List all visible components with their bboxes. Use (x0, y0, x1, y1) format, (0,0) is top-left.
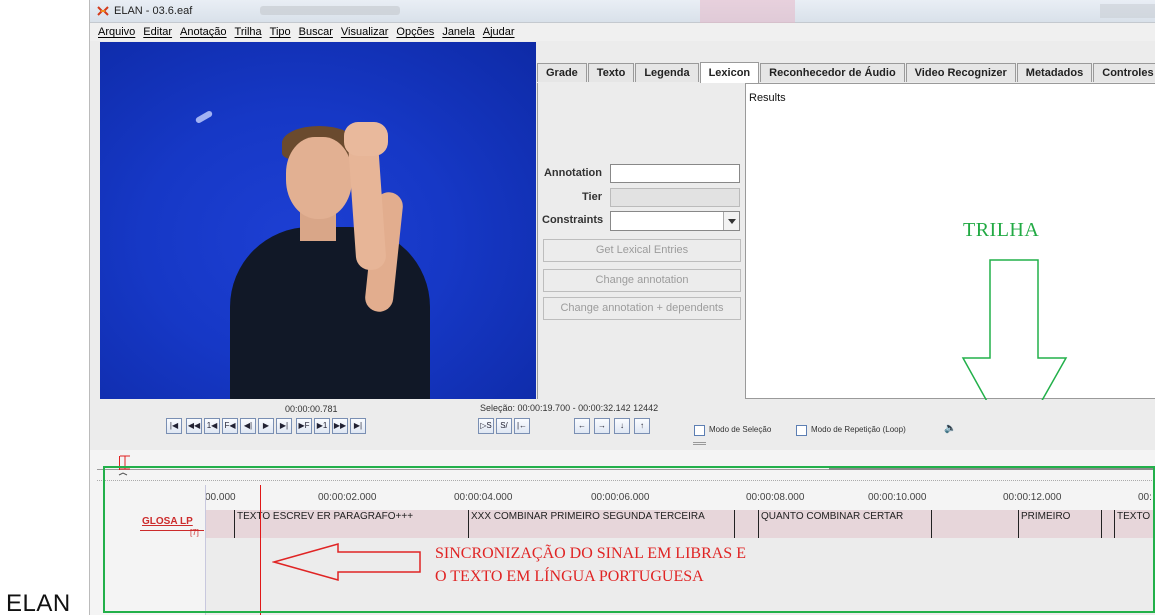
tab-metadados[interactable]: Metadados (1016, 63, 1093, 82)
annotation-down-button[interactable]: ↓ (614, 418, 630, 434)
menu-bar: Arquivo Editar Anotação Trilha Tipo Busc… (90, 23, 1155, 41)
step-forward-frame-button[interactable]: ▶F (296, 418, 312, 434)
selection-begin-button[interactable]: |← (514, 418, 530, 434)
next-frame-button[interactable]: ▶▶ (332, 418, 348, 434)
tab-reconhecedor-audio[interactable]: Reconhecedor de Áudio (760, 63, 905, 82)
menu-buscar[interactable]: Buscar (299, 23, 338, 41)
background-window-blur (260, 6, 400, 15)
selection-mode-checkbox[interactable] (694, 425, 705, 436)
change-annotation-dependents-button[interactable]: Change annotation + dependents (543, 297, 741, 320)
video-viewer[interactable] (100, 42, 536, 399)
annotation-label: Annotation (543, 167, 602, 179)
previous-annotation-button[interactable]: ← (574, 418, 590, 434)
step-back-button[interactable]: 1◀ (204, 418, 220, 434)
background-window-blur (1100, 4, 1155, 18)
loop-mode-checkbox[interactable] (796, 425, 807, 436)
tab-texto[interactable]: Texto (587, 63, 635, 82)
tab-bar: Grade Texto Legenda Lexicon Reconhecedor… (537, 62, 1155, 83)
splitter-grip[interactable] (693, 442, 706, 445)
go-to-end-button[interactable]: ▶| (350, 418, 366, 434)
play-button[interactable]: ▶ (258, 418, 274, 434)
tab-grade[interactable]: Grade (537, 63, 587, 82)
screenshot-root: ELAN ELAN - 03.6.eaf Arquivo Editar Anot… (0, 0, 1155, 615)
tier-label: Tier (582, 191, 602, 203)
tier-input (610, 188, 740, 207)
signer-head (286, 137, 352, 219)
next-annotation-button[interactable]: → (594, 418, 610, 434)
current-time: 00:00:00.781 (285, 404, 338, 414)
constraints-label: Constraints (542, 214, 604, 226)
menu-janela[interactable]: Janela (442, 23, 479, 41)
results-panel: Results (745, 83, 1155, 399)
menu-tipo[interactable]: Tipo (270, 23, 296, 41)
selection-mode-label: Modo de Seleção (709, 425, 772, 434)
get-lexical-entries-button[interactable]: Get Lexical Entries (543, 239, 741, 262)
menu-anotacao[interactable]: Anotação (180, 23, 231, 41)
chevron-down-icon[interactable] (723, 212, 739, 230)
background-window-blur (700, 0, 795, 23)
step-back-frame-button[interactable]: F◀ (222, 418, 238, 434)
selection-info: Seleção: 00:00:19.700 - 00:00:32.142 124… (480, 403, 659, 413)
loop-mode-label: Modo de Repetição (Loop) (811, 425, 906, 434)
tab-legenda[interactable]: Legenda (635, 63, 699, 82)
title-bar: ELAN - 03.6.eaf (90, 0, 1155, 23)
constraints-select[interactable] (610, 211, 740, 231)
media-controls: 00:00:00.781 Seleção: 00:00:19.700 - 00:… (90, 400, 1155, 450)
trilha-annotation-label: TRILHA (963, 219, 1040, 241)
video-artifact (194, 109, 214, 125)
clear-selection-button[interactable]: S/ (496, 418, 512, 434)
change-annotation-button[interactable]: Change annotation (543, 269, 741, 292)
lexicon-panel: Annotation Tier Constraints Get Lexical … (537, 83, 745, 399)
signer-body (230, 227, 430, 399)
volume-icon[interactable]: 🔈 (944, 423, 956, 434)
menu-ajudar[interactable]: Ajudar (483, 23, 520, 41)
back-pixel-button[interactable]: ◀| (240, 418, 256, 434)
menu-arquivo[interactable]: Arquivo (98, 23, 140, 41)
signer-hand (344, 122, 388, 156)
menu-editar[interactable]: Editar (143, 23, 177, 41)
previous-frame-button[interactable]: ◀◀ (186, 418, 202, 434)
tab-video-recognizer[interactable]: Video Recognizer (905, 63, 1016, 82)
tab-lexicon[interactable]: Lexicon (699, 62, 760, 83)
results-label: Results (749, 92, 786, 104)
go-to-begin-button[interactable]: |◀ (166, 418, 182, 434)
tier-highlight-box (103, 466, 1155, 613)
step-forward-button[interactable]: ▶1 (314, 418, 330, 434)
window-title: ELAN - 03.6.eaf (114, 5, 193, 17)
menu-trilha[interactable]: Trilha (235, 23, 267, 41)
elan-logo-icon (97, 6, 109, 16)
tab-controles[interactable]: Controles (1093, 63, 1155, 82)
annotation-input[interactable] (610, 164, 740, 183)
annotation-up-button[interactable]: ↑ (634, 418, 650, 434)
menu-visualizar[interactable]: Visualizar (341, 23, 394, 41)
play-selection-button[interactable]: ▷S (478, 418, 494, 434)
caption-label: ELAN (6, 590, 71, 615)
menu-opcoes[interactable]: Opções (396, 23, 439, 41)
forward-pixel-button[interactable]: ▶| (276, 418, 292, 434)
